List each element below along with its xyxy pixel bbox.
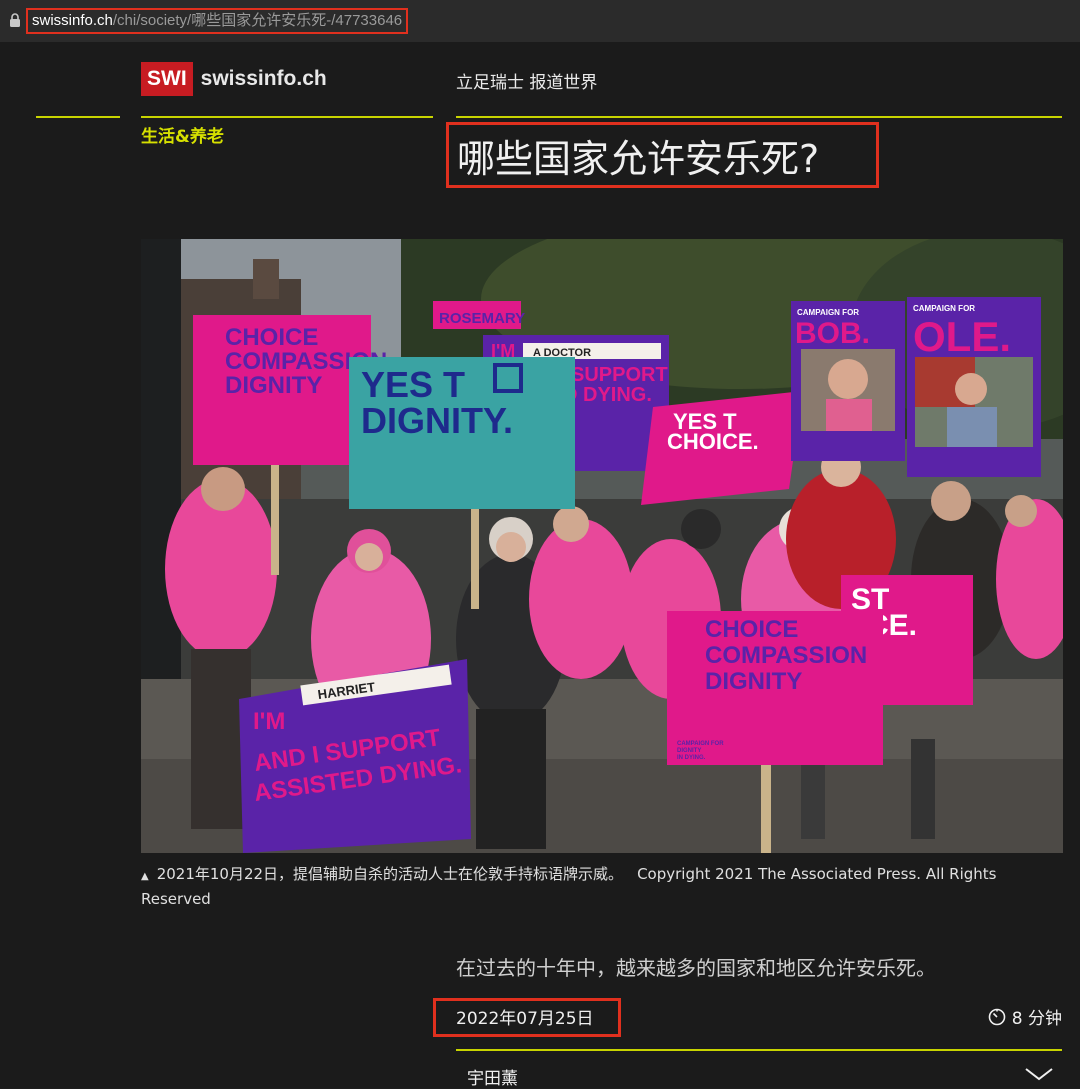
sign-text: DIGNITY — [677, 748, 701, 754]
sign-text: COMPASSION — [705, 642, 867, 669]
category-link[interactable]: 生活&养老 — [141, 122, 224, 147]
divider — [141, 116, 433, 118]
sign-text: IN DYING. — [677, 755, 706, 761]
sign-yes-to-choice: YES T CHOICE. — [641, 391, 803, 505]
sign-text: DIGNITY. — [361, 400, 513, 441]
sign-ole: CAMPAIGN FOR OLE. — [907, 297, 1041, 477]
browser-address-bar: swissinfo.ch/chi/society/哪些国家允许安乐死-/4773… — [0, 0, 1080, 43]
sign-text: DIGNITY — [705, 668, 802, 695]
sign-text: CAMPAIGN FOR — [913, 304, 975, 313]
article-photo: CHOICE COMPASSION DIGNITY ROSEMARY I'M A… — [141, 239, 1063, 853]
sign-text: CAMPAIGN FOR — [677, 741, 724, 747]
logo-text: swissinfo.ch — [200, 67, 327, 90]
divider — [36, 116, 120, 118]
sign-text: ROSEMARY — [439, 310, 525, 327]
timer-icon — [988, 1008, 1006, 1025]
sign-text: BOB. — [795, 317, 870, 350]
sign-text: CHOICE — [225, 324, 318, 351]
site-logo[interactable]: SWI swissinfo.ch — [141, 62, 327, 96]
sign-text: CHOICE — [705, 616, 798, 643]
url-field[interactable]: swissinfo.ch/chi/society/哪些国家允许安乐死-/4773… — [26, 8, 409, 34]
page-title: 哪些国家允许安乐死? — [457, 137, 820, 181]
caption-toggle-icon[interactable]: ▲ — [141, 871, 149, 882]
caption-text: 2021年10月22日，提倡辅助自杀的活动人士在伦敦手持标语牌示威。 — [156, 865, 624, 883]
lock-icon — [10, 13, 20, 27]
article-page: SWI swissinfo.ch 立足瑞士 报道世界 生活&养老 哪些国家允许安… — [0, 42, 1080, 1089]
read-time-label: 8 分钟 — [1011, 1009, 1062, 1029]
sign-text: OLE. — [913, 313, 1011, 360]
sign-bob: CAMPAIGN FOR BOB. — [791, 301, 905, 461]
url-host: swissinfo.ch — [32, 12, 113, 29]
photo-caption: ▲ 2021年10月22日，提倡辅助自杀的活动人士在伦敦手持标语牌示威。 Copyr… — [141, 863, 1021, 910]
divider — [456, 116, 1062, 118]
sign-text: SUPPORT — [571, 364, 668, 386]
sign-text: YES T — [361, 364, 465, 405]
sign-rosemary: ROSEMARY — [433, 301, 525, 329]
sign-text: I'M — [253, 708, 285, 735]
sign-text: CHOICE. — [667, 429, 759, 454]
divider — [456, 1049, 1062, 1051]
article-lead: 在过去的十年中，越来越多的国家和地区允许安乐死。 — [456, 956, 936, 980]
author-name[interactable]: 宇田薰 — [467, 1064, 518, 1089]
sign-text: CAMPAIGN FOR — [797, 308, 859, 317]
url-path: /chi/society/哪些国家允许安乐死-/47733646 — [112, 12, 403, 29]
sign-text: DIGNITY — [225, 372, 322, 399]
sign-text: D DYING. — [563, 384, 652, 406]
logo-mark: SWI — [141, 62, 193, 96]
publish-date: 2022年07月25日 — [456, 1009, 594, 1029]
site-tagline: 立足瑞士 报道世界 — [456, 73, 598, 93]
chevron-down-icon[interactable] — [1024, 1066, 1054, 1082]
read-time: 8 分钟 — [988, 1004, 1062, 1029]
